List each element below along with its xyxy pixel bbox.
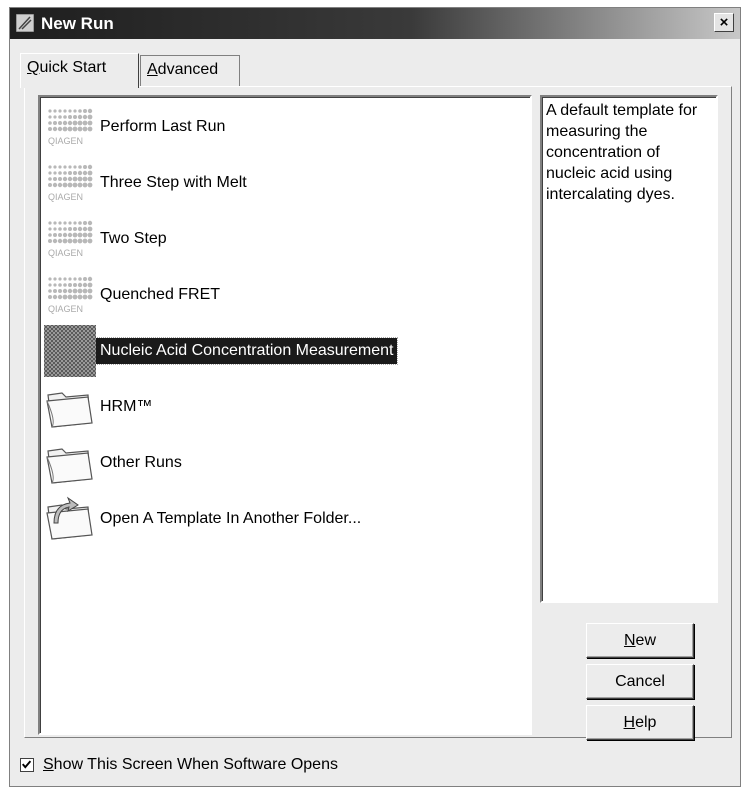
svg-text:QIAGEN: QIAGEN	[48, 192, 83, 202]
list-item-two-step[interactable]: QIAGEN Two Step	[44, 213, 171, 265]
list-item-quenched-fret[interactable]: QIAGEN Quenched FRET	[44, 269, 224, 321]
cancel-button-label: Cancel	[615, 672, 665, 690]
tab-quick-start-label: uick Start	[39, 59, 107, 76]
checkmark-icon	[21, 760, 32, 769]
list-item-label: Two Step	[100, 230, 167, 247]
list-item-label: HRM™	[100, 398, 153, 415]
new-button-label: New	[623, 631, 656, 649]
list-item-hrm[interactable]: HRM™	[44, 381, 156, 433]
list-item-label: Three Step with Melt	[100, 174, 247, 191]
show-screen-checkbox[interactable]	[20, 758, 34, 772]
new-button[interactable]: New	[586, 623, 694, 658]
tab-advanced-label: dvanced	[157, 61, 219, 78]
app-icon	[16, 14, 34, 32]
list-item-label: Nucleic Acid Concentration Measurement	[94, 337, 399, 365]
show-screen-option[interactable]: Show This Screen When Software Opens	[20, 756, 338, 774]
title-bar[interactable]: New Run ×	[10, 8, 740, 39]
help-button[interactable]: Help	[586, 705, 694, 740]
svg-text:QIAGEN: QIAGEN	[48, 136, 83, 146]
list-item-other-runs[interactable]: Other Runs	[44, 437, 186, 489]
template-description: A default template for measuring the con…	[540, 95, 718, 603]
qiagen-logo-icon: QIAGEN	[48, 108, 93, 146]
tab-advanced[interactable]: Advanced	[140, 55, 240, 86]
quick-start-panel: QIAGEN Perform Last Run QIAGEN Three Ste…	[24, 86, 732, 740]
help-button-label: Help	[623, 713, 657, 731]
qiagen-logo-icon: QIAGEN	[48, 164, 93, 202]
list-item-three-step-with-melt[interactable]: QIAGEN Three Step with Melt	[44, 157, 251, 209]
folder-icon	[46, 448, 93, 484]
qiagen-logo-icon	[44, 325, 96, 377]
list-item-nucleic-acid-concentration[interactable]: Nucleic Acid Concentration Measurement	[44, 325, 399, 377]
tab-advanced-accel: A	[147, 61, 158, 78]
new-run-dialog: New Run × Quick Start Advanced QIAGEN Pe…	[9, 7, 741, 787]
window-title: New Run	[41, 14, 114, 33]
svg-text:QIAGEN: QIAGEN	[48, 304, 83, 314]
open-folder-icon	[46, 496, 93, 540]
svg-text:QIAGEN: QIAGEN	[48, 248, 83, 258]
list-item-label: Perform Last Run	[100, 118, 226, 135]
tab-quick-start-accel: Q	[27, 59, 40, 76]
folder-icon	[46, 392, 93, 428]
cancel-button[interactable]: Cancel	[586, 664, 694, 699]
tab-quick-start[interactable]: Quick Start	[20, 53, 139, 88]
list-item-perform-last-run[interactable]: QIAGEN Perform Last Run	[44, 101, 229, 153]
list-item-open-template[interactable]: Open A Template In Another Folder...	[44, 493, 365, 545]
close-icon: ×	[719, 14, 729, 31]
list-item-label: Other Runs	[100, 454, 182, 471]
close-button[interactable]: ×	[714, 13, 734, 32]
template-list[interactable]: QIAGEN Perform Last Run QIAGEN Three Ste…	[38, 95, 532, 735]
list-item-label: Open A Template In Another Folder...	[100, 510, 362, 527]
show-screen-label: Show This Screen When Software Opens	[43, 756, 338, 773]
qiagen-logo-icon: QIAGEN	[48, 276, 93, 314]
list-item-label: Quenched FRET	[100, 286, 221, 303]
qiagen-logo-icon: QIAGEN	[48, 220, 93, 258]
